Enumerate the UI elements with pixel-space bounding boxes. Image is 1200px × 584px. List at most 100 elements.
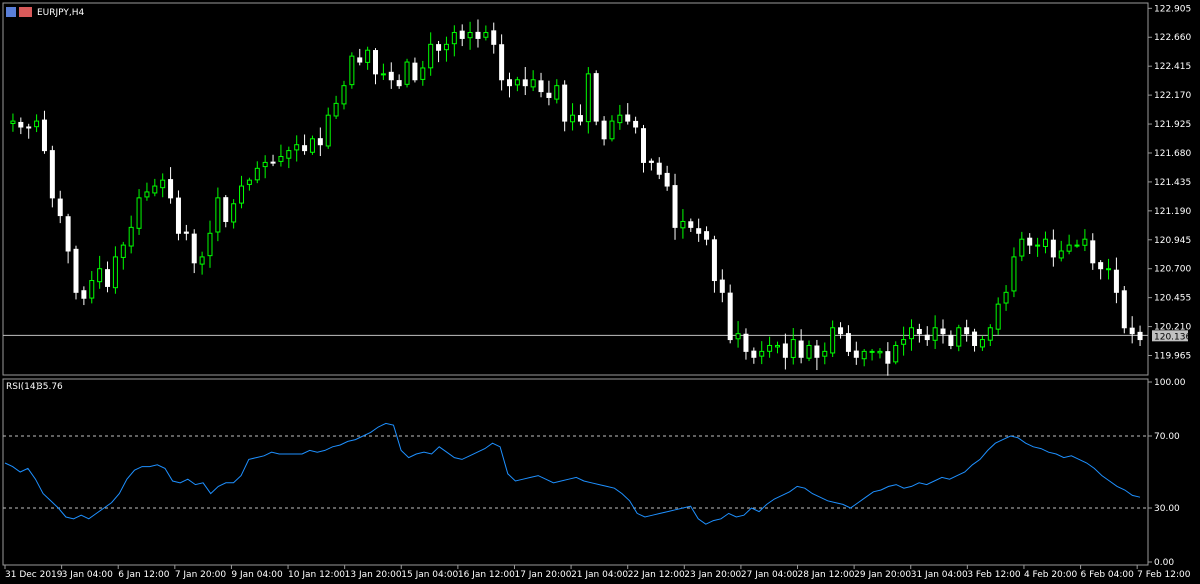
candle-body: [302, 145, 308, 152]
rsi-line: [4, 422, 1141, 525]
x-tick-label: 3 Feb 12:00: [967, 570, 1021, 580]
candle-body: [341, 85, 347, 105]
candle-body: [325, 114, 331, 147]
candle-body: [1042, 238, 1048, 247]
candle-body: [924, 334, 930, 341]
candle-body: [751, 350, 757, 358]
candle-body: [10, 120, 16, 124]
candle-body: [688, 221, 694, 228]
candle-body: [262, 161, 268, 168]
x-tick-label: 16 Jan 12:00: [458, 570, 515, 580]
candle-body: [680, 220, 686, 229]
candle-body: [65, 216, 71, 252]
candle-body: [987, 327, 993, 341]
candle-body: [373, 50, 379, 75]
candle-body: [956, 327, 962, 347]
price-tick-label: 122.905: [1154, 4, 1191, 14]
candle-body: [696, 228, 702, 234]
x-tick-label: 3 Jan 04:00: [62, 570, 114, 580]
candle-body: [522, 79, 528, 87]
candle-body: [317, 138, 323, 146]
candle-body: [294, 144, 300, 151]
candle-body: [995, 303, 1001, 330]
candle-body: [1058, 250, 1064, 259]
candle-body: [845, 333, 851, 352]
candle-body: [1050, 239, 1056, 258]
x-tick-label: 13 Jan 20:00: [345, 570, 402, 580]
candle-body: [530, 79, 536, 88]
price-tick-label: 122.660: [1154, 33, 1191, 43]
candle-body: [286, 150, 292, 159]
candle-body: [672, 185, 678, 228]
x-tick-label: 17 Jan 20:00: [514, 570, 571, 580]
candle-body: [1074, 244, 1080, 247]
candle-body: [601, 120, 607, 140]
candle-body: [1019, 238, 1025, 257]
candle-body: [648, 160, 654, 163]
candle-body: [514, 79, 520, 86]
x-tick-label: 31 Jan 04:00: [911, 570, 968, 580]
candle-body: [885, 351, 891, 364]
candle-body: [790, 339, 796, 358]
candle-body: [365, 49, 371, 63]
candle-body: [112, 256, 118, 289]
candle-body: [1121, 290, 1127, 329]
candle-body: [774, 344, 780, 348]
candle-body: [459, 30, 465, 39]
price-tick-label: 120.700: [1154, 265, 1191, 275]
candle-body: [1027, 237, 1033, 246]
current-price-badge: 120.136: [1152, 330, 1191, 342]
candle-body: [711, 239, 717, 282]
candle-body: [908, 327, 914, 340]
candle-body: [1129, 327, 1135, 335]
x-tick-label: 21 Jan 04:00: [571, 570, 628, 580]
x-tick-label: 7 Jan 20:00: [175, 570, 227, 580]
candle-body: [97, 268, 103, 283]
price-tick-label: 120.945: [1154, 236, 1191, 246]
candle-body: [577, 115, 583, 122]
candle-body: [396, 80, 402, 87]
chart-svg: 122.905 122.660 122.415 122.170 121.925 121.6…: [2, 2, 1191, 580]
candle-body: [1011, 256, 1017, 292]
candle-body: [609, 120, 615, 140]
candle-body: [239, 185, 245, 204]
candle-body: [972, 331, 978, 346]
candle-body: [168, 179, 174, 199]
candle-body: [49, 150, 55, 199]
candle-body: [727, 292, 733, 341]
candle-body: [26, 126, 32, 129]
candle-body: [932, 327, 938, 341]
candle-body: [570, 114, 576, 123]
candle-body: [152, 185, 158, 194]
candle-body: [428, 43, 434, 69]
x-tick-label: 22 Jan 12:00: [628, 570, 685, 580]
price-panel-frame: [2, 2, 1149, 376]
chart-title: EURJPY,H4: [37, 8, 85, 18]
candle-body: [81, 290, 87, 299]
candle-body: [1090, 240, 1096, 264]
candle-body: [806, 344, 812, 359]
rsi-panel: 100.00 70.00 30.00 0.00: [2, 378, 1186, 568]
candle-body: [333, 102, 339, 117]
candle-body: [357, 57, 363, 63]
candle-body: [207, 232, 213, 257]
candle-body: [1066, 244, 1072, 252]
candle-body: [175, 197, 181, 234]
candle-body: [443, 43, 449, 51]
rsi-value: 35.76: [37, 382, 63, 392]
candle-body: [633, 120, 639, 128]
candle-body: [538, 80, 544, 93]
candle-body: [120, 244, 126, 258]
candle-body: [199, 256, 205, 265]
x-axis: 31 Dec 2019 3 Jan 04:00 6 Jan 12:00 7 Jan 2…: [4, 565, 1191, 580]
candle-body: [128, 226, 134, 247]
candle-body: [57, 198, 63, 217]
candle-body: [798, 340, 804, 358]
x-tick-label: 4 Feb 20:00: [1024, 570, 1078, 580]
candle-body: [254, 167, 260, 181]
candle-body: [585, 73, 591, 123]
candle-body: [743, 333, 749, 352]
candle-body: [869, 350, 875, 353]
candle-body: [593, 73, 599, 122]
candle-body: [136, 197, 142, 229]
